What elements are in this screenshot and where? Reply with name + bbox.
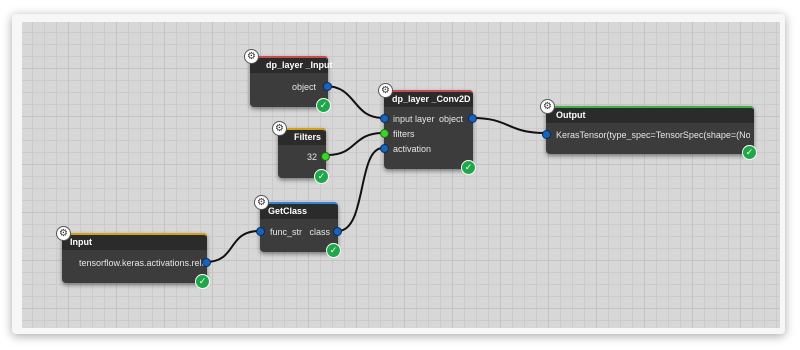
node-title: dp_layer _Conv2D: [392, 94, 471, 104]
input-label-func-str: func_str: [270, 227, 303, 237]
input-value: tensorflow.keras.activations.relu: [79, 258, 207, 268]
gear-icon[interactable]: ⚙: [56, 226, 71, 241]
node-title: Input: [70, 237, 92, 247]
check-circle-icon: ✓: [742, 145, 757, 160]
node-title: dp_layer _Input: [266, 60, 333, 70]
node-editor-canvas[interactable]: dp_layer _Input ⚙ object ✓ Filters ⚙ 32 …: [22, 22, 780, 328]
output-port-object[interactable]: [323, 82, 332, 91]
check-circle-icon: ✓: [195, 274, 210, 289]
output-port-value[interactable]: [202, 258, 211, 267]
edge-input-object-to-conv2d-input-layer: [324, 85, 384, 119]
output-port-class[interactable]: [333, 227, 342, 236]
input-port-input-layer[interactable]: [380, 114, 389, 123]
check-circle-icon: ✓: [326, 243, 341, 258]
gear-icon[interactable]: ⚙: [540, 99, 555, 114]
node-title: Output: [556, 110, 586, 120]
input-label-filters: filters: [393, 129, 415, 139]
check-circle-icon: ✓: [461, 160, 476, 175]
node-header[interactable]: Output: [546, 106, 754, 123]
node-header[interactable]: dp_layer _Conv2D: [384, 90, 473, 107]
node-title: GetClass: [268, 206, 308, 216]
input-label-activation: activation: [393, 144, 432, 154]
output-label-object: object: [438, 114, 463, 124]
input-label-input-layer: input layer: [393, 114, 435, 124]
edge-getclass-to-conv2d-activation: [337, 147, 384, 232]
gear-icon[interactable]: ⚙: [272, 121, 287, 136]
node-dp-layer-input[interactable]: dp_layer _Input ⚙ object ✓: [244, 49, 333, 113]
node-header[interactable]: dp_layer _Input: [250, 56, 333, 73]
node-input[interactable]: Input ⚙ tensorflow.keras.activations.rel…: [56, 226, 211, 289]
input-port-filters[interactable]: [380, 129, 389, 138]
check-circle-icon: ✓: [314, 169, 329, 184]
output-port-object[interactable]: [468, 114, 477, 123]
node-getclass[interactable]: GetClass ⚙ func_str class ✓: [254, 195, 342, 258]
gear-icon[interactable]: ⚙: [254, 195, 269, 210]
node-filters[interactable]: Filters ⚙ 32 ✓: [272, 121, 330, 184]
output-value: KerasTensor(type_spec=TensorSpec(shape=(…: [556, 130, 750, 140]
output-port-value[interactable]: [321, 152, 330, 161]
gear-icon[interactable]: ⚙: [244, 49, 259, 64]
input-port-activation[interactable]: [380, 144, 389, 153]
node-header[interactable]: GetClass: [260, 202, 338, 219]
gear-icon[interactable]: ⚙: [378, 83, 393, 98]
edge-input-to-getclass-func-str: [205, 230, 260, 263]
input-port-func-str[interactable]: [256, 227, 265, 236]
output-label-object: object: [291, 82, 316, 92]
node-header[interactable]: Input: [62, 233, 207, 250]
input-port-value[interactable]: [542, 130, 551, 139]
node-title: Filters: [294, 132, 322, 142]
filters-value: 32: [306, 152, 317, 162]
node-dp-layer-conv2d[interactable]: dp_layer _Conv2D ⚙ input layer object fi…: [378, 83, 477, 175]
node-output[interactable]: Output ⚙ KerasTensor(type_spec=TensorSpe…: [540, 99, 757, 160]
edge-conv2d-object-to-output: [472, 117, 546, 134]
output-label-class: class: [309, 227, 330, 237]
check-circle-icon: ✓: [316, 98, 331, 113]
